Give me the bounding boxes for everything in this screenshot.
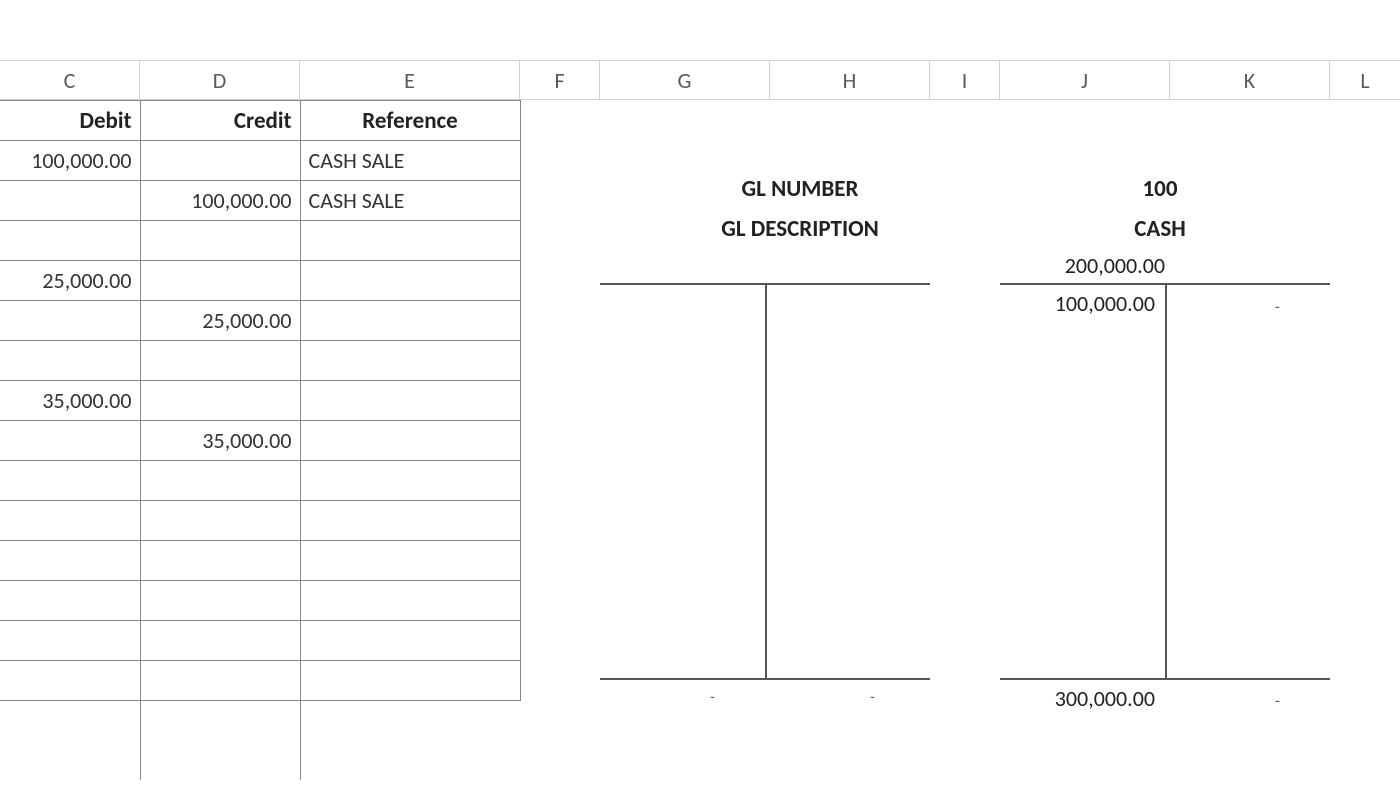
cell-empty[interactable] (140, 700, 300, 740)
cell-reference[interactable]: CASH SALE (300, 141, 520, 181)
table-row (0, 461, 520, 501)
cell-reference[interactable] (300, 381, 520, 421)
t-account-divider (1165, 285, 1167, 678)
col-header-K[interactable]: K (1170, 61, 1330, 99)
cell-debit[interactable] (0, 461, 140, 501)
table-row (0, 501, 520, 541)
table-row: 100,000.00 CASH SALE (0, 141, 520, 181)
t-account-divider (765, 285, 767, 678)
cell-debit[interactable] (0, 341, 140, 381)
cell-credit[interactable] (140, 141, 300, 181)
journal-header-row: Debit Credit Reference (0, 101, 520, 141)
table-row (0, 581, 520, 621)
col-header-J[interactable]: J (1000, 61, 1170, 99)
cell-debit[interactable] (0, 501, 140, 541)
cell-reference[interactable] (300, 261, 520, 301)
gl-number-label: GL NUMBER (670, 175, 930, 203)
cell-reference[interactable]: CASH SALE (300, 181, 520, 221)
t-right-credit-entry[interactable]: - (1275, 298, 1280, 317)
table-row: 100,000.00CASH SALE (0, 181, 520, 221)
cell-debit[interactable] (0, 421, 140, 461)
cell-empty[interactable] (0, 740, 140, 780)
table-row: 35,000.00 (0, 421, 520, 461)
cell-credit[interactable] (140, 661, 300, 701)
cell-reference[interactable] (300, 461, 520, 501)
gl-description-label: GL DESCRIPTION (650, 215, 950, 243)
t-left-sum-debit[interactable]: - (710, 688, 715, 707)
journal-table: Debit Credit Reference 100,000.00CASH SA… (0, 100, 521, 701)
cell-reference[interactable] (300, 621, 520, 661)
t-account-right-bottom-line (1000, 678, 1330, 680)
cell-credit[interactable]: 25,000.00 (140, 301, 300, 341)
col-header-F[interactable]: F (520, 61, 600, 99)
cell-reference[interactable] (300, 501, 520, 541)
gl-description-value[interactable]: CASH (1060, 215, 1260, 243)
col-header-E[interactable]: E (300, 61, 520, 99)
cell-credit[interactable] (140, 581, 300, 621)
cell-debit[interactable] (0, 181, 140, 221)
t-left-sum-credit[interactable]: - (870, 688, 875, 707)
cell-credit[interactable] (140, 221, 300, 261)
cell-debit[interactable]: 25,000.00 (0, 261, 140, 301)
cell-reference[interactable] (300, 581, 520, 621)
cell-reference[interactable] (300, 341, 520, 381)
cell-credit[interactable] (140, 461, 300, 501)
col-header-D[interactable]: D (140, 61, 300, 99)
cell-reference[interactable] (300, 421, 520, 461)
cell-credit[interactable]: 35,000.00 (140, 421, 300, 461)
table-row (0, 541, 520, 581)
col-header-C[interactable]: C (0, 61, 140, 99)
cell-credit[interactable] (140, 501, 300, 541)
t-right-sum-debit[interactable]: 300,000.00 (1015, 685, 1155, 712)
col-header-H[interactable]: H (770, 61, 930, 99)
cell-reference[interactable] (300, 661, 520, 701)
table-row: 35,000.00 (0, 381, 520, 421)
table-row (0, 661, 520, 701)
cell-empty[interactable] (300, 740, 520, 780)
table-row (0, 341, 520, 381)
cell-empty[interactable] (0, 700, 140, 740)
cell-credit[interactable]: 100,000.00 (140, 181, 300, 221)
cell-debit[interactable] (0, 221, 140, 261)
t-right-sum-credit[interactable]: - (1275, 692, 1280, 711)
cell-credit[interactable] (140, 541, 300, 581)
cell-debit[interactable] (0, 621, 140, 661)
cell-debit[interactable]: 35,000.00 (0, 381, 140, 421)
cell-reference[interactable] (300, 541, 520, 581)
table-row (0, 621, 520, 661)
trailing-columns (0, 700, 520, 780)
cell-credit[interactable] (140, 621, 300, 661)
header-debit[interactable]: Debit (0, 101, 140, 141)
cell-credit[interactable] (140, 341, 300, 381)
cell-debit[interactable] (0, 541, 140, 581)
col-header-L[interactable]: L (1330, 61, 1400, 99)
spreadsheet-view: C D E F G H I J K L Debit Credit Referen… (0, 0, 1400, 788)
cell-empty[interactable] (140, 740, 300, 780)
cell-debit[interactable] (0, 661, 140, 701)
t-account-left-bottom-line (600, 678, 930, 680)
cell-credit[interactable] (140, 261, 300, 301)
table-row (0, 221, 520, 261)
t-right-debit-entry[interactable]: 100,000.00 (1015, 290, 1155, 317)
cell-debit[interactable] (0, 301, 140, 341)
t-account-left (600, 283, 930, 678)
cell-credit[interactable] (140, 381, 300, 421)
cell-reference[interactable] (300, 221, 520, 261)
gl-opening-balance[interactable]: 200,000.00 (1015, 252, 1165, 285)
table-row: 25,000.00 (0, 261, 520, 301)
t-account-right (1000, 283, 1330, 678)
cell-empty[interactable] (300, 700, 520, 740)
cell-reference[interactable] (300, 301, 520, 341)
header-credit[interactable]: Credit (140, 101, 300, 141)
gl-number-value[interactable]: 100 (1060, 175, 1260, 203)
column-header-row: C D E F G H I J K L (0, 60, 1400, 100)
header-reference[interactable]: Reference (300, 101, 520, 141)
table-row: 25,000.00 (0, 301, 520, 341)
cell-debit[interactable] (0, 581, 140, 621)
cell-debit[interactable]: 100,000.00 (0, 141, 140, 181)
col-header-G[interactable]: G (600, 61, 770, 99)
col-header-I[interactable]: I (930, 61, 1000, 99)
